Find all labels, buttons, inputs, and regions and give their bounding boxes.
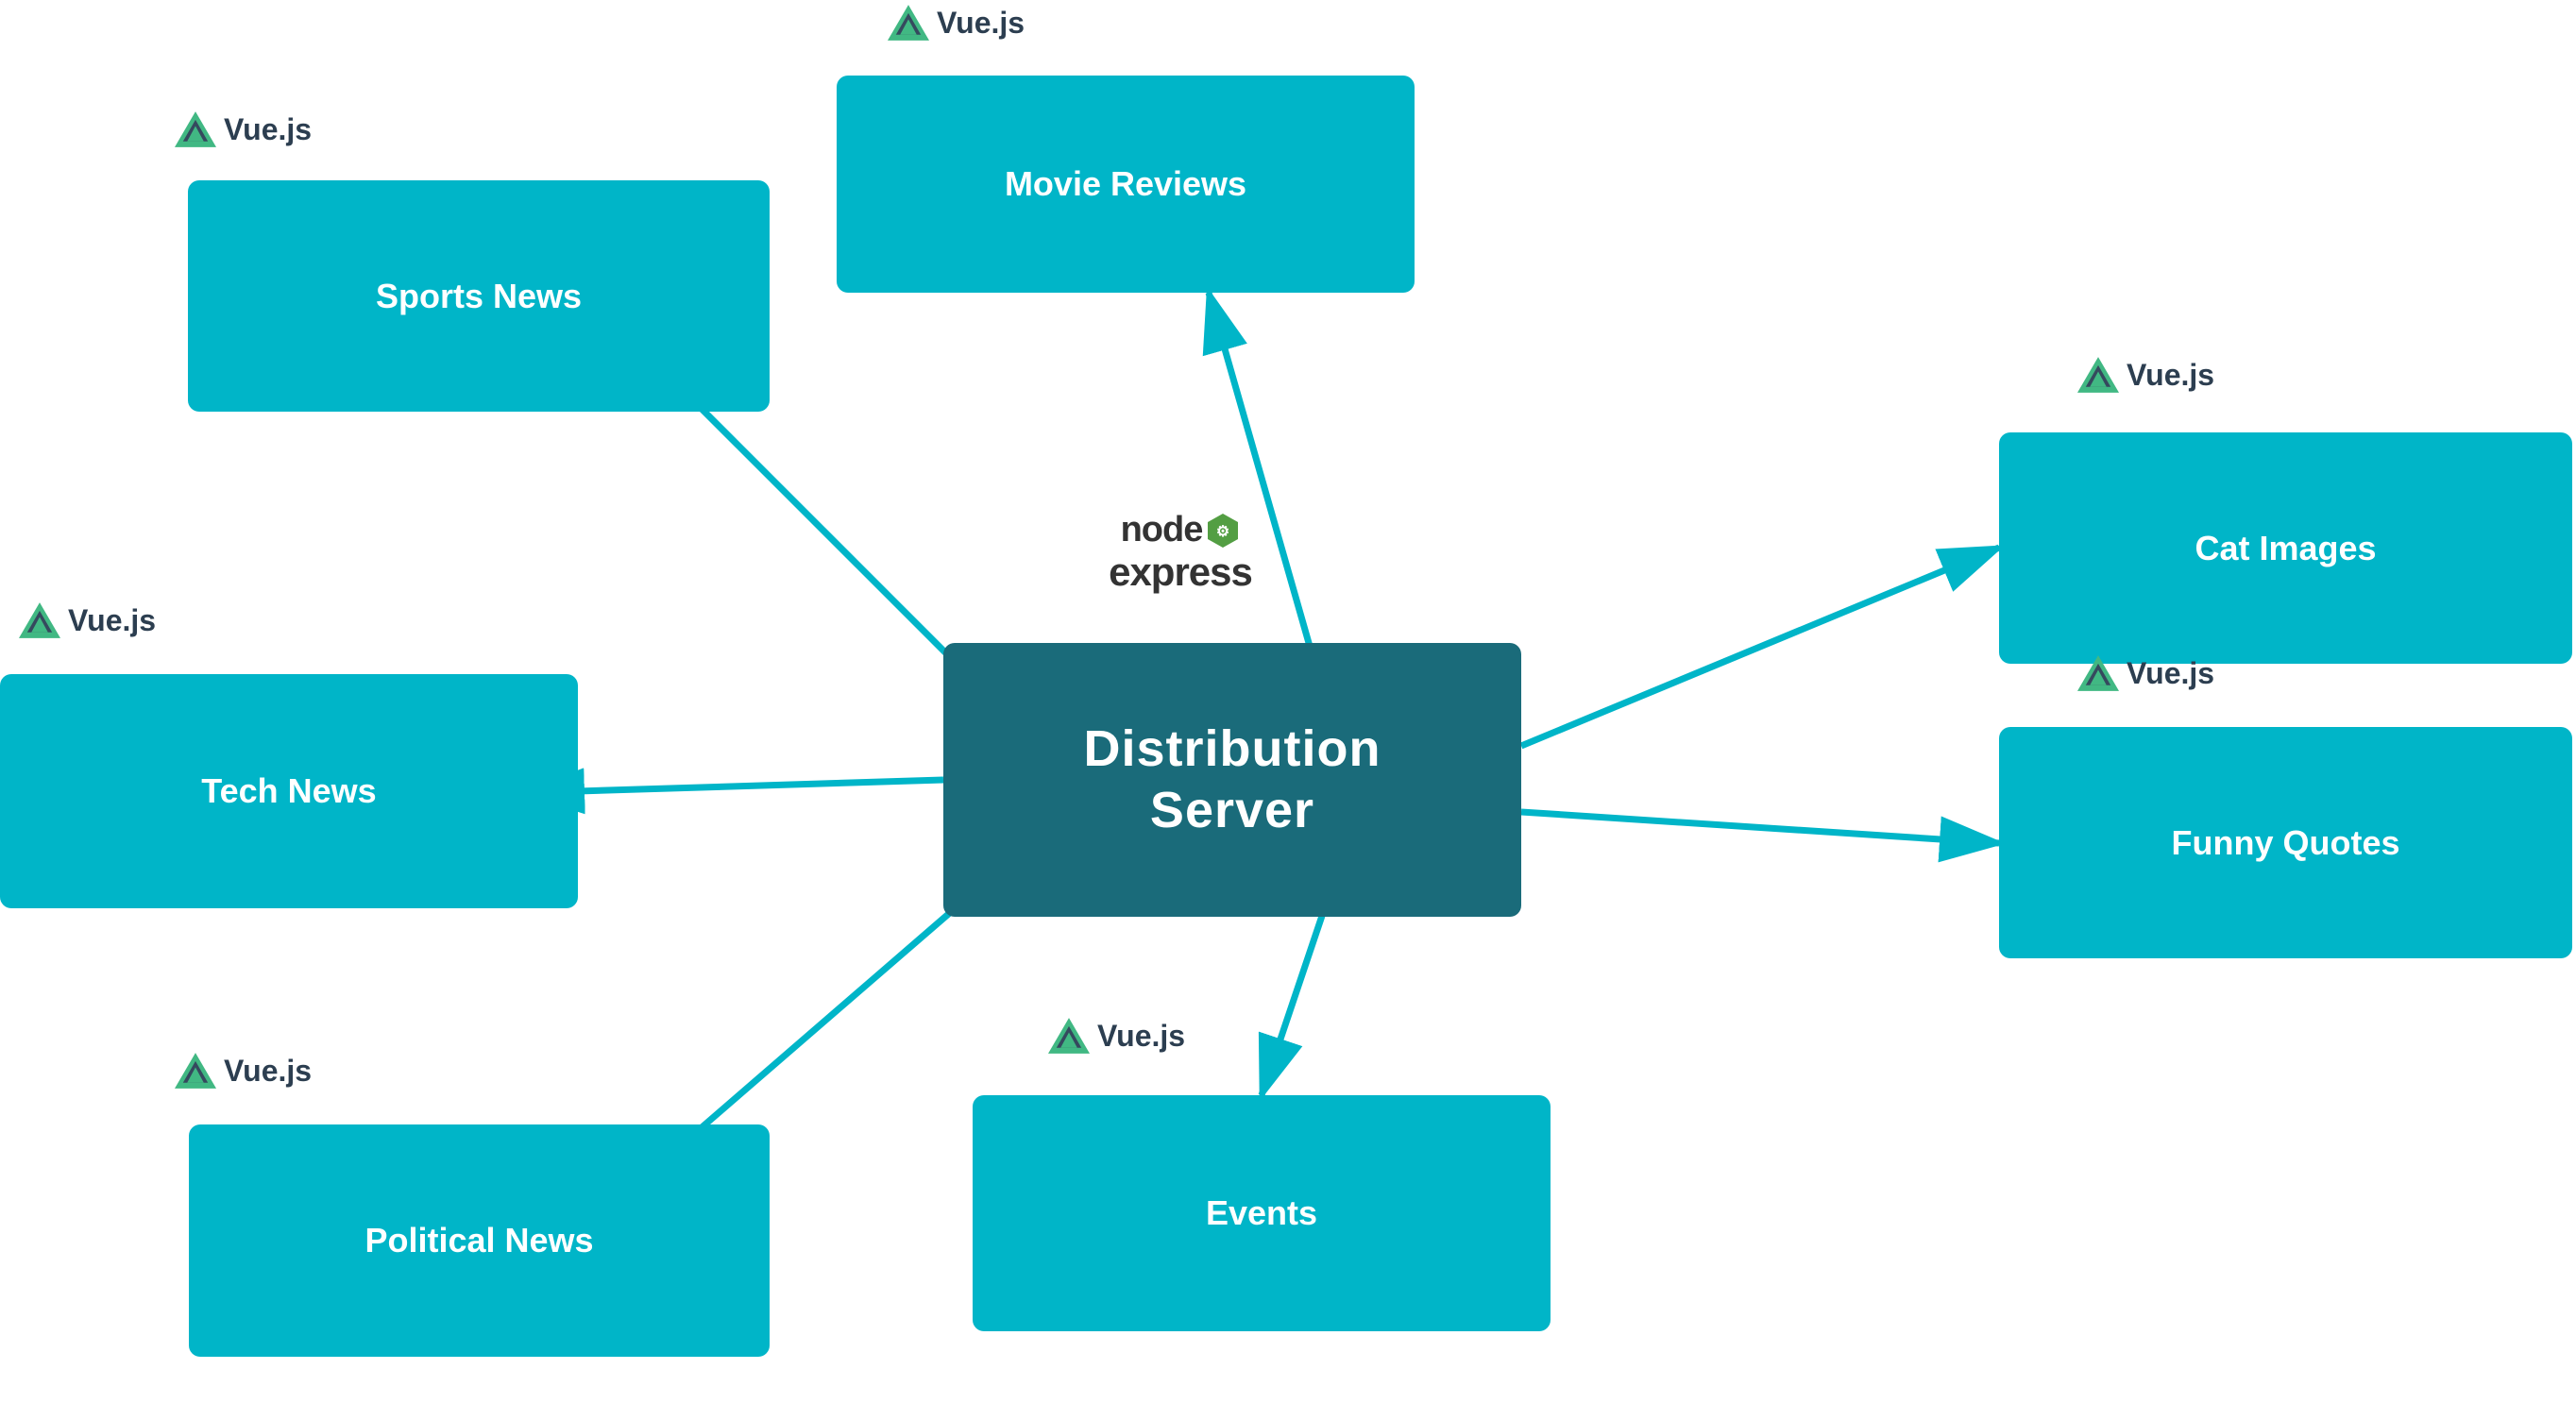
funny-quotes-label: Funny Quotes: [2172, 823, 2400, 863]
svg-text:⚙: ⚙: [1216, 524, 1229, 540]
vue-logo-tech: [19, 602, 60, 638]
political-news-node: Political News: [189, 1124, 770, 1357]
distribution-server-node: Distribution Server: [943, 643, 1521, 917]
distribution-server-label: Distribution Server: [1084, 718, 1381, 841]
vue-badge-events: Vue.js: [1048, 1018, 1185, 1054]
tech-news-label: Tech News: [201, 771, 376, 811]
vue-logo-movie: [888, 5, 929, 41]
cat-images-node: Cat Images: [1999, 432, 2572, 664]
nodejs-icon: ⚙: [1206, 512, 1240, 549]
vue-badge-political: Vue.js: [175, 1053, 312, 1089]
vue-badge-funny: Vue.js: [2077, 655, 2214, 691]
node-express-badge: node ⚙ express: [1086, 510, 1275, 592]
vue-logo-political: [175, 1053, 216, 1089]
tech-news-node: Tech News: [0, 674, 578, 908]
political-news-label: Political News: [364, 1221, 593, 1260]
cat-images-label: Cat Images: [2195, 529, 2376, 568]
vue-badge-cat: Vue.js: [2077, 357, 2214, 393]
movie-reviews-label: Movie Reviews: [1005, 164, 1246, 204]
vue-logo-sports: [175, 111, 216, 147]
vue-badge-tech: Vue.js: [19, 602, 156, 638]
vue-logo-funny: [2077, 655, 2119, 691]
events-node: Events: [973, 1095, 1551, 1331]
vue-logo-cat: [2077, 357, 2119, 393]
vue-badge-movie: Vue.js: [888, 5, 1025, 41]
sports-news-label: Sports News: [376, 277, 582, 316]
movie-reviews-node: Movie Reviews: [837, 76, 1415, 293]
events-label: Events: [1206, 1193, 1317, 1233]
vue-logo-events: [1048, 1018, 1090, 1054]
funny-quotes-node: Funny Quotes: [1999, 727, 2572, 958]
vue-badge-sports: Vue.js: [175, 111, 312, 147]
diagram-container: Distribution Server node ⚙ express Sport…: [0, 0, 2576, 1420]
sports-news-node: Sports News: [188, 180, 770, 412]
